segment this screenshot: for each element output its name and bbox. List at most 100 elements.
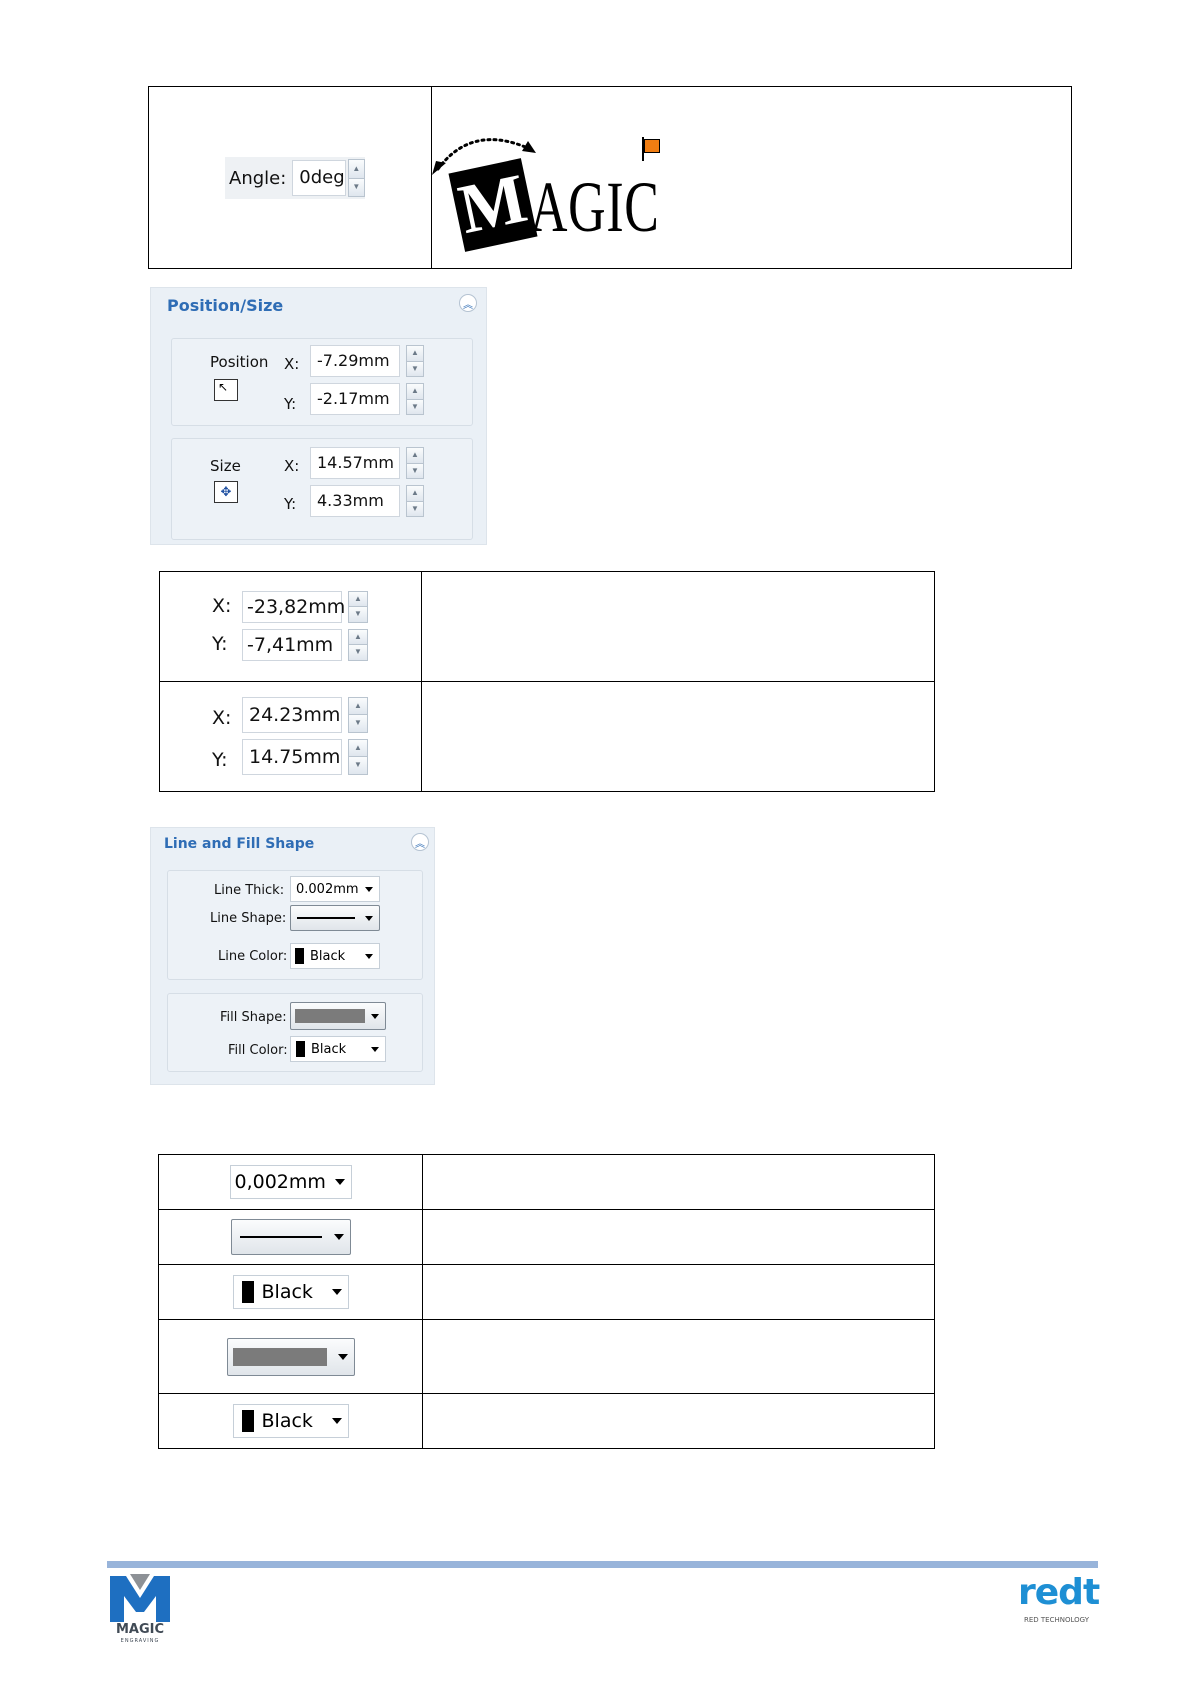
angle-down-button[interactable]: ▼ xyxy=(347,178,365,197)
x-input[interactable]: -23,82mm xyxy=(242,590,345,623)
magic-logo-text: AGIC xyxy=(530,167,660,247)
line-color-value: Black xyxy=(310,948,346,964)
logo-subtitle: RED TECHNOLOGY xyxy=(1024,1616,1090,1624)
color-swatch xyxy=(296,1041,305,1057)
line-shape-select[interactable] xyxy=(230,1219,351,1255)
down-button[interactable]: ▼ xyxy=(406,361,424,377)
line-color-select[interactable]: Black xyxy=(232,1275,349,1309)
position-x-spinner[interactable]: ▲ ▼ xyxy=(406,345,424,377)
y-label: Y: xyxy=(212,748,228,771)
fill-color-select[interactable]: Black xyxy=(232,1404,349,1438)
down-button[interactable]: ▼ xyxy=(406,399,424,415)
angle-up-button[interactable]: ▲ xyxy=(347,159,365,179)
angle-spinner[interactable]: ▲ ▼ xyxy=(347,159,365,197)
line-color-label: Line Color: xyxy=(218,949,288,964)
y-input[interactable]: 14.75mm xyxy=(242,738,342,775)
option-cell: 0,002mm xyxy=(158,1154,423,1210)
logo-name: MAGIC xyxy=(115,1622,165,1637)
y-label: Y: xyxy=(212,632,228,655)
line-color-select[interactable]: Black xyxy=(290,943,380,969)
chevron-down-icon xyxy=(371,1013,379,1019)
down-button[interactable]: ▼ xyxy=(348,757,368,775)
down-button[interactable]: ▼ xyxy=(406,463,424,479)
color-swatch xyxy=(241,1281,254,1303)
fill-color-select[interactable]: Black xyxy=(290,1036,386,1062)
line-thick-label: Line Thick: xyxy=(214,883,285,898)
position-y-spinner[interactable]: ▲ ▼ xyxy=(406,383,424,415)
option-cell xyxy=(158,1319,423,1394)
option-cell: Black xyxy=(158,1264,423,1320)
size-x-spinner[interactable]: ▲ ▼ xyxy=(406,447,424,479)
fill-shape-select[interactable] xyxy=(290,1002,386,1030)
position-y-input[interactable]: -2.17mm xyxy=(310,383,400,415)
x-input[interactable]: 24.23mm xyxy=(242,696,342,733)
y-label: Y: xyxy=(284,395,297,413)
up-button[interactable]: ▲ xyxy=(406,383,424,400)
size-y-input[interactable]: 4.33mm xyxy=(310,485,400,517)
chevron-down-icon xyxy=(371,1046,379,1052)
x-label: X: xyxy=(212,594,232,617)
line-color-value: Black xyxy=(261,1281,313,1303)
up-button[interactable]: ▲ xyxy=(348,628,368,645)
solid-line-icon xyxy=(297,917,355,919)
up-button[interactable]: ▲ xyxy=(406,485,424,502)
xy-control-cell: X: -23,82mm ▲ ▼ Y: -7,41mm ▲ ▼ xyxy=(159,571,422,682)
down-button[interactable]: ▼ xyxy=(348,645,368,661)
logo-subtitle: ENGRAVING xyxy=(120,1638,160,1644)
x-spinner[interactable]: ▲ ▼ xyxy=(348,590,368,623)
chevron-down-icon xyxy=(331,1289,342,1295)
y-spinner[interactable]: ▲ ▼ xyxy=(348,628,368,661)
up-button[interactable]: ▲ xyxy=(406,447,424,464)
fill-shape-select[interactable] xyxy=(226,1337,355,1376)
collapse-icon[interactable]: ︽ xyxy=(459,294,477,312)
fill-color-label: Fill Color: xyxy=(228,1043,288,1058)
option-description-cell xyxy=(422,1209,935,1265)
option-cell: Black xyxy=(158,1393,423,1449)
chevron-down-icon xyxy=(334,1179,345,1185)
xy-control-cell: X: 24.23mm ▲ ▼ Y: 14.75mm ▲ ▼ xyxy=(159,681,422,792)
up-button[interactable]: ▲ xyxy=(406,345,424,362)
line-thick-value: 0.002mm xyxy=(296,881,359,897)
fill-pattern-icon xyxy=(232,1347,327,1366)
panel-title: Position/Size xyxy=(167,296,284,315)
up-button[interactable]: ▲ xyxy=(348,590,368,607)
xy-description-cell xyxy=(421,571,935,682)
fill-color-value: Black xyxy=(261,1410,313,1432)
chevron-down-icon xyxy=(331,1418,342,1424)
redt-logo: redt RED TECHNOLOGY xyxy=(1018,1572,1108,1626)
angle-label: Angle: xyxy=(229,167,287,189)
size-move-icon[interactable]: ✥ xyxy=(214,481,238,503)
option-description-cell xyxy=(422,1319,935,1394)
panel-title: Line and Fill Shape xyxy=(164,836,315,852)
collapse-icon[interactable]: ︽ xyxy=(411,833,429,851)
line-shape-select[interactable] xyxy=(290,905,380,931)
chevron-down-icon xyxy=(365,915,373,921)
color-swatch xyxy=(241,1410,254,1432)
y-input[interactable]: -7,41mm xyxy=(242,628,342,661)
x-spinner[interactable]: ▲ ▼ xyxy=(348,696,368,733)
x-label: X: xyxy=(284,355,300,373)
logo-name: redt xyxy=(1018,1572,1100,1613)
up-button[interactable]: ▲ xyxy=(348,738,368,757)
position-x-input[interactable]: -7.29mm xyxy=(310,345,400,377)
size-x-input[interactable]: 14.57mm xyxy=(310,447,400,479)
down-button[interactable]: ▼ xyxy=(348,715,368,733)
down-button[interactable]: ▼ xyxy=(406,501,424,517)
up-button[interactable]: ▲ xyxy=(348,696,368,715)
y-spinner[interactable]: ▲ ▼ xyxy=(348,738,368,775)
chevron-down-icon xyxy=(337,1353,348,1360)
fill-pattern-icon xyxy=(295,1009,365,1023)
size-y-spinner[interactable]: ▲ ▼ xyxy=(406,485,424,517)
position-label: Position xyxy=(210,353,269,371)
line-thick-select[interactable]: 0.002mm xyxy=(290,876,380,902)
option-description-cell xyxy=(422,1264,935,1320)
down-button[interactable]: ▼ xyxy=(348,607,368,623)
angle-table: Angle: 0deg ▲ ▼ M AGIC xyxy=(148,86,1072,269)
position-anchor-icon[interactable]: ↖ xyxy=(214,379,238,401)
angle-input[interactable]: 0deg xyxy=(292,160,346,196)
line-thick-select[interactable]: 0,002mm xyxy=(229,1165,352,1199)
option-description-cell xyxy=(422,1154,935,1210)
x-label: X: xyxy=(212,706,232,729)
fill-color-value: Black xyxy=(311,1041,347,1057)
magic-m-logo-icon xyxy=(110,1574,170,1622)
